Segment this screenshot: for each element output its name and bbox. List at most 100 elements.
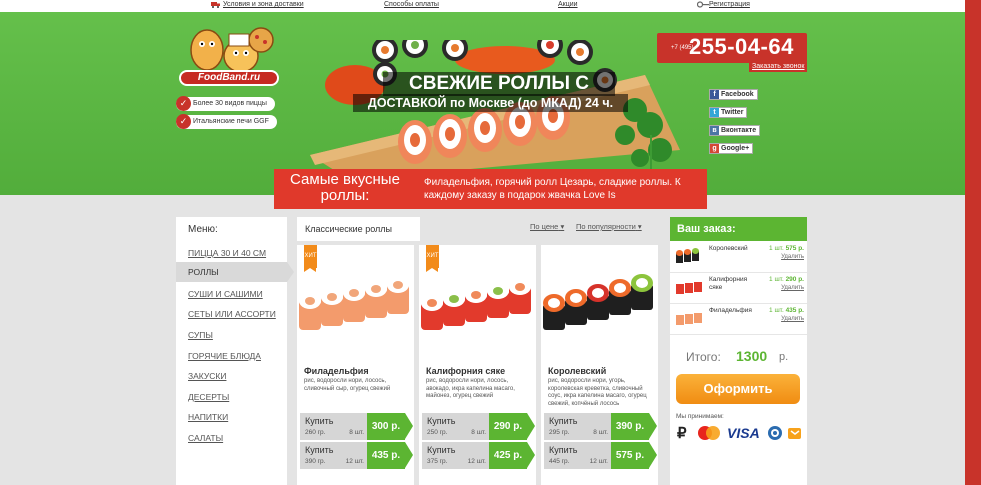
nav-register-link[interactable]: Регистрация [696, 0, 750, 10]
delivery-car-icon [211, 1, 220, 8]
cart-panel: Ваш заказ: Королевский 1 шт. 575 р. Удал… [670, 217, 807, 485]
cart-item-name: Филадельфия [709, 307, 752, 314]
phone-number[interactable]: 255-04-64 [689, 34, 794, 60]
cart-item-remove[interactable]: Удалить [781, 254, 804, 260]
promo-banner: Самые вкусные роллы: Филадельфия, горячи… [274, 169, 707, 209]
promo-headline: СВЕЖИЕ РОЛЛЫ С [383, 72, 615, 96]
buy-weight: 390 гр. [305, 458, 326, 465]
google-plus-icon: g [710, 144, 719, 153]
buy-option-8[interactable]: Купить 250 гр. 8 шт. 290 р. [422, 413, 536, 440]
hit-badge: ХИТ [304, 245, 317, 272]
menu-item-hot-dishes[interactable]: ГОРЯЧИЕ БЛЮДА [188, 351, 261, 361]
buy-pieces: 8 шт. [593, 429, 608, 436]
visa-icon: VISA [727, 425, 760, 441]
cart-item-thumb [676, 313, 702, 325]
buy-label: Купить [549, 445, 578, 455]
product-name: Филадельфия [304, 366, 369, 376]
nav-delivery-link[interactable]: Условия и зона доставки [211, 0, 304, 10]
buy-weight: 445 гр. [549, 458, 570, 465]
svg-text:₽: ₽ [677, 425, 687, 441]
cart-item: Филадельфия 1 шт. 435 р. Удалить [670, 305, 807, 335]
buy-option-12[interactable]: Купить 445 гр. 12 шт. 575 р. [544, 442, 658, 469]
buy-price-button[interactable]: 300 р. [367, 413, 413, 440]
total-unit: р. [779, 351, 789, 363]
cart-item: Королевский 1 шт. 575 р. Удалить [670, 243, 807, 273]
social-facebook-button[interactable]: f Facebook [709, 89, 758, 100]
payment-accept-label: Мы принимаем: [676, 413, 724, 420]
total-label: Итого: [686, 350, 721, 364]
menu-item-salads[interactable]: САЛАТЫ [188, 433, 223, 443]
cart-item: Калифорния сяке 1 шт. 290 р. Удалить [670, 274, 807, 304]
check-icon: ✓ [176, 114, 191, 129]
phone-box: +7 (495) 255-04-64 [657, 33, 807, 63]
logo-text[interactable]: FoodBand.ru [179, 70, 279, 86]
cart-item-qty: 1 шт. 575 р. [769, 245, 804, 252]
product-name: Королевский [548, 366, 607, 376]
buy-label: Купить [427, 445, 456, 455]
promo-subheadline: ДОСТАВКОЙ по Москве (до МКАД) 24 ч. [353, 94, 628, 112]
cart-item-remove[interactable]: Удалить [781, 285, 804, 291]
svg-text:VISA: VISA [727, 425, 760, 441]
menu-item-drinks[interactable]: НАПИТКИ [188, 412, 228, 422]
product-description: рис, водоросли нори, угорь, королевская … [548, 378, 647, 407]
nav-promo-link[interactable]: Акции [558, 0, 578, 10]
facebook-icon: f [710, 90, 719, 99]
buy-label: Купить [305, 416, 334, 426]
buy-weight: 295 гр. [549, 429, 570, 436]
social-vkontakte-button[interactable]: в Вконтакте [709, 125, 761, 136]
feature-ovens: ✓ Итальянские печи GGF [176, 114, 277, 129]
social-twitter-button[interactable]: t Twitter [709, 107, 748, 118]
checkout-button[interactable]: Оформить [676, 374, 800, 404]
mastercard-icon [698, 426, 720, 440]
ruble-icon: ₽ [677, 425, 687, 441]
buy-pieces: 8 шт. [471, 429, 486, 436]
cart-item-thumb [676, 282, 702, 294]
social-google-button[interactable]: g Google+ [709, 143, 754, 154]
buy-option-8[interactable]: Купить 295 гр. 8 шт. 390 р. [544, 413, 658, 440]
total-value: 1300 [736, 348, 768, 364]
product-image-california [421, 279, 531, 330]
buy-label: Купить [305, 445, 334, 455]
sort-by-popularity[interactable]: По популярности ▾ [576, 222, 642, 231]
banner-title: Самые вкусные роллы: [290, 171, 400, 204]
category-title: Классические роллы [297, 217, 420, 241]
menu-item-soups[interactable]: СУПЫ [188, 330, 213, 340]
twitter-icon: t [710, 108, 719, 117]
sort-arrow-icon: ▾ [560, 222, 565, 231]
product-image-korolevsky [543, 274, 653, 330]
buy-weight: 250 гр. [427, 429, 448, 436]
menu-item-sets[interactable]: СЕТЫ ИЛИ АССОРТИ [188, 309, 276, 319]
menu-title: Меню: [188, 224, 218, 235]
buy-price-button[interactable]: 575 р. [611, 442, 657, 469]
nav-payment-link[interactable]: Способы оплаты [384, 0, 439, 10]
sort-by-price[interactable]: По цене ▾ [530, 222, 564, 231]
menu-item-desserts[interactable]: ДЕСЕРТЫ [188, 392, 229, 402]
buy-pieces: 8 шт. [349, 429, 364, 436]
buy-price-button[interactable]: 290 р. [489, 413, 535, 440]
callback-link[interactable]: Заказать звонок [749, 62, 808, 72]
product-card: ХИТ Филадельфия рис, водоросли нори, лос… [297, 245, 414, 485]
buy-price-button[interactable]: 435 р. [367, 442, 413, 469]
cart-item-name: Королевский [709, 245, 748, 252]
product-description: рис, водоросли нори, лосось, авокадо, ик… [426, 378, 515, 399]
webmoney-icon [768, 426, 782, 440]
key-icon [696, 1, 709, 8]
buy-price-button[interactable]: 390 р. [611, 413, 657, 440]
buy-price-button[interactable]: 425 р. [489, 442, 535, 469]
buy-pieces: 12 шт. [467, 458, 486, 465]
product-card: Королевский рис, водоросли нори, угорь, … [541, 245, 658, 485]
product-card: ХИТ Калифорния сяке рис, водоросли нори,… [419, 245, 536, 485]
active-menu-arrow [287, 262, 294, 282]
menu-item-pizza[interactable]: ПИЦЦА 30 И 40 СМ [188, 248, 266, 258]
menu-item-snacks[interactable]: ЗАКУСКИ [188, 371, 226, 381]
site-header: Условия и зона доставки Способы оплаты А… [0, 0, 981, 195]
cart-title: Ваш заказ: [670, 217, 807, 241]
menu-item-sushi[interactable]: СУШИ И САШИМИ [188, 289, 263, 299]
buy-option-12[interactable]: Купить 375 гр. 12 шт. 425 р. [422, 442, 536, 469]
menu-item-rolls[interactable]: РОЛЛЫ [176, 262, 287, 282]
buy-option-12[interactable]: Купить 390 гр. 12 шт. 435 р. [300, 442, 414, 469]
yandex-money-icon [788, 428, 801, 439]
buy-option-8[interactable]: Купить 260 гр. 8 шт. 300 р. [300, 413, 414, 440]
cart-item-remove[interactable]: Удалить [781, 316, 804, 322]
buy-weight: 260 гр. [305, 429, 326, 436]
